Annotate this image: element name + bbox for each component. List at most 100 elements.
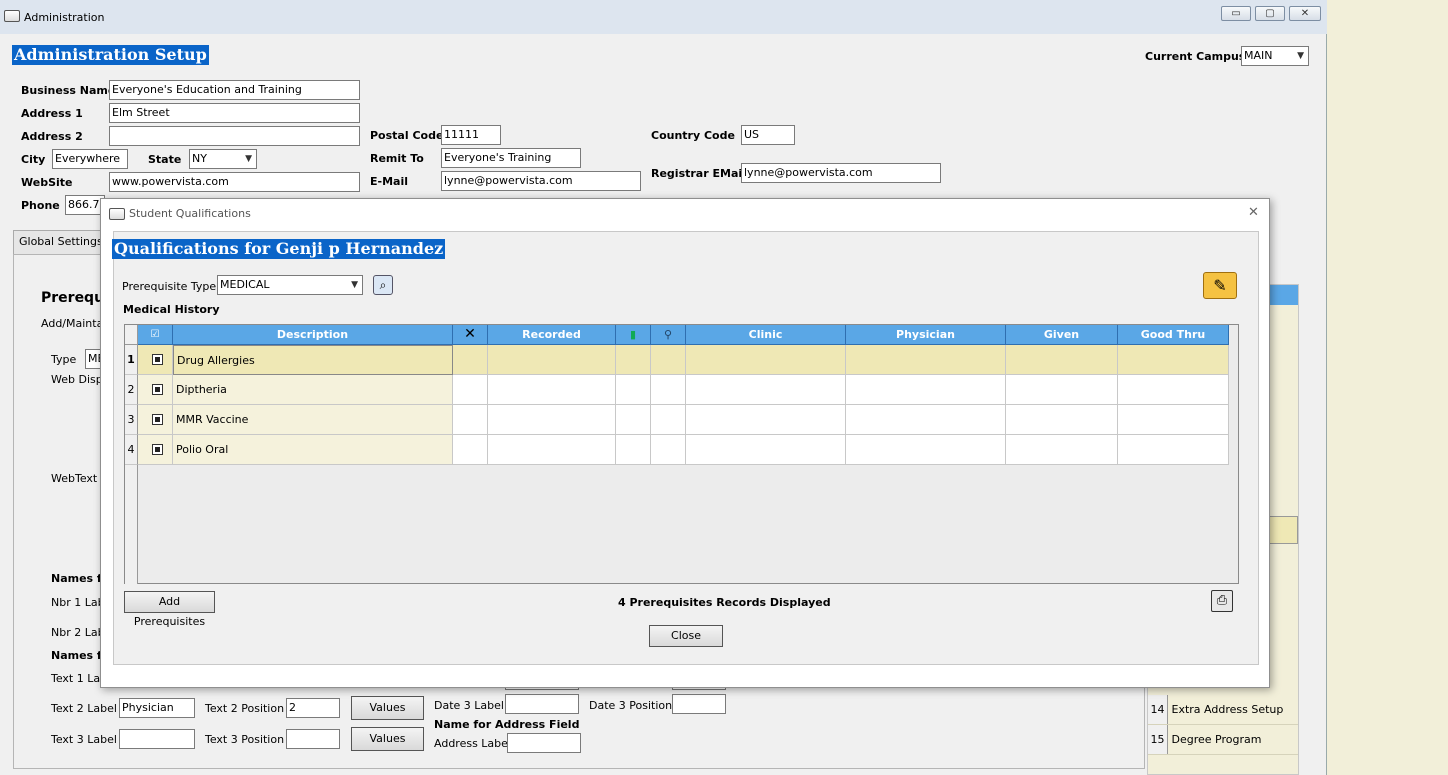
cell[interactable]	[616, 375, 651, 405]
description-cell[interactable]: Diptheria	[173, 375, 453, 405]
description-cell[interactable]: Drug Allergies	[173, 345, 453, 375]
row-number: 3	[125, 405, 138, 435]
physician-cell[interactable]	[846, 375, 1006, 405]
state-select[interactable]: NY ▼	[189, 149, 257, 169]
good-thru-cell[interactable]	[1118, 375, 1229, 405]
row-checkbox-cell[interactable]	[138, 375, 173, 405]
title-bar: Administration ▭ ▢ ✕	[0, 0, 1327, 34]
good-thru-cell[interactable]	[1118, 405, 1229, 435]
cell[interactable]	[616, 435, 651, 465]
col-clinic[interactable]: Clinic	[686, 325, 846, 345]
col-physician[interactable]: Physician	[846, 325, 1006, 345]
registrar-email-field[interactable]: lynne@powervista.com	[741, 163, 941, 183]
minimize-button[interactable]: ▭	[1221, 6, 1251, 21]
physician-cell[interactable]	[846, 405, 1006, 435]
cell[interactable]	[651, 435, 686, 465]
city-field[interactable]: Everywhere	[52, 149, 128, 169]
cell[interactable]	[616, 405, 651, 435]
checkbox-icon[interactable]	[152, 414, 163, 425]
row-checkbox-cell[interactable]	[138, 405, 173, 435]
recorded-cell[interactable]	[488, 375, 616, 405]
business-name-field[interactable]: Everyone's Education and Training	[109, 80, 360, 100]
col-given[interactable]: Given	[1006, 325, 1118, 345]
tab-global-settings[interactable]: Global Settings	[13, 230, 109, 254]
lookup-icon: ⚲	[651, 325, 686, 345]
cell[interactable]	[616, 345, 651, 375]
checkbox-icon[interactable]	[152, 444, 163, 455]
checkbox-icon[interactable]	[152, 354, 163, 365]
prereq-type-select[interactable]: MEDICAL ▼	[217, 275, 363, 295]
dialog-heading: Qualifications for Genji p Hernandez	[112, 239, 446, 259]
date3-field[interactable]	[505, 694, 579, 714]
dialog-close-icon[interactable]: ✕	[1248, 205, 1259, 220]
text3-position-field[interactable]	[286, 729, 340, 749]
restore-button[interactable]: ▢	[1255, 6, 1285, 21]
select-all-checkbox-icon[interactable]: ☑	[138, 325, 173, 345]
given-cell[interactable]	[1006, 345, 1118, 375]
print-icon[interactable]: ⎙	[1211, 590, 1233, 612]
clinic-cell[interactable]	[686, 435, 846, 465]
website-label: WebSite	[21, 176, 73, 189]
description-cell[interactable]: Polio Oral	[173, 435, 453, 465]
app-icon	[4, 10, 20, 22]
checkbox-icon[interactable]	[152, 384, 163, 395]
prerequisites-grid: ☑ Description ✕ Recorded ▮ ⚲ Clinic Phys…	[124, 324, 1239, 584]
website-field[interactable]: www.powervista.com	[109, 172, 360, 192]
good-thru-cell[interactable]	[1118, 345, 1229, 375]
close-window-button[interactable]: ✕	[1289, 6, 1321, 21]
list-item[interactable]: 14 Extra Address Setup	[1148, 695, 1298, 725]
cell[interactable]	[453, 435, 488, 465]
good-thru-cell[interactable]	[1118, 435, 1229, 465]
description-cell[interactable]: MMR Vaccine	[173, 405, 453, 435]
add-prerequisites-button[interactable]: Add Prerequisites	[124, 591, 215, 628]
cell[interactable]	[453, 405, 488, 435]
country-field[interactable]: US	[741, 125, 795, 145]
given-cell[interactable]	[1006, 405, 1118, 435]
email-field[interactable]: lynne@powervista.com	[441, 171, 641, 191]
cell[interactable]	[651, 375, 686, 405]
col-description[interactable]: Description	[173, 325, 453, 345]
col-recorded[interactable]: Recorded	[488, 325, 616, 345]
document-icon: ▮	[616, 325, 651, 345]
values-button-2[interactable]: Values	[351, 696, 424, 720]
physician-cell[interactable]	[846, 345, 1006, 375]
campus-select[interactable]: MAIN ▼	[1241, 46, 1309, 66]
dialog-body: Qualifications for Genji p Hernandez Pre…	[112, 231, 1259, 665]
address1-field[interactable]: Elm Street	[109, 103, 360, 123]
phone-field[interactable]: 866.79	[65, 195, 105, 215]
list-item[interactable]: 15 Degree Program	[1148, 725, 1298, 755]
close-button[interactable]: Close	[649, 625, 723, 647]
clinic-cell[interactable]	[686, 375, 846, 405]
row-checkbox-cell[interactable]	[138, 435, 173, 465]
text2-position-field[interactable]: 2	[286, 698, 340, 718]
cell[interactable]	[453, 375, 488, 405]
recorded-cell[interactable]	[488, 435, 616, 465]
text3-position-label: Text 3 Position	[205, 733, 285, 746]
cell[interactable]	[453, 345, 488, 375]
recorded-cell[interactable]	[488, 405, 616, 435]
address-label-field[interactable]	[507, 733, 581, 753]
postal-field[interactable]: 11111	[441, 125, 501, 145]
row-checkbox-cell[interactable]	[138, 345, 173, 375]
given-cell[interactable]	[1006, 435, 1118, 465]
state-label: State	[148, 153, 182, 166]
edit-icon[interactable]: ✎	[1203, 272, 1237, 299]
business-name-label: Business Name	[21, 84, 116, 97]
date3-position-field[interactable]	[672, 694, 726, 714]
col-good-thru[interactable]: Good Thru	[1118, 325, 1229, 345]
recorded-cell[interactable]	[488, 345, 616, 375]
text2-field[interactable]: Physician	[119, 698, 195, 718]
clinic-cell[interactable]	[686, 345, 846, 375]
values-button-3[interactable]: Values	[351, 727, 424, 751]
cell[interactable]	[651, 405, 686, 435]
date3-label: Date 3 Label	[434, 699, 504, 712]
text3-field[interactable]	[119, 729, 195, 749]
physician-cell[interactable]	[846, 435, 1006, 465]
clinic-cell[interactable]	[686, 405, 846, 435]
search-icon[interactable]: ⌕	[373, 275, 393, 295]
address2-field[interactable]	[109, 126, 360, 146]
cell[interactable]	[651, 345, 686, 375]
given-cell[interactable]	[1006, 375, 1118, 405]
postal-label: Postal Code	[370, 129, 444, 142]
remit-field[interactable]: Everyone's Training	[441, 148, 581, 168]
